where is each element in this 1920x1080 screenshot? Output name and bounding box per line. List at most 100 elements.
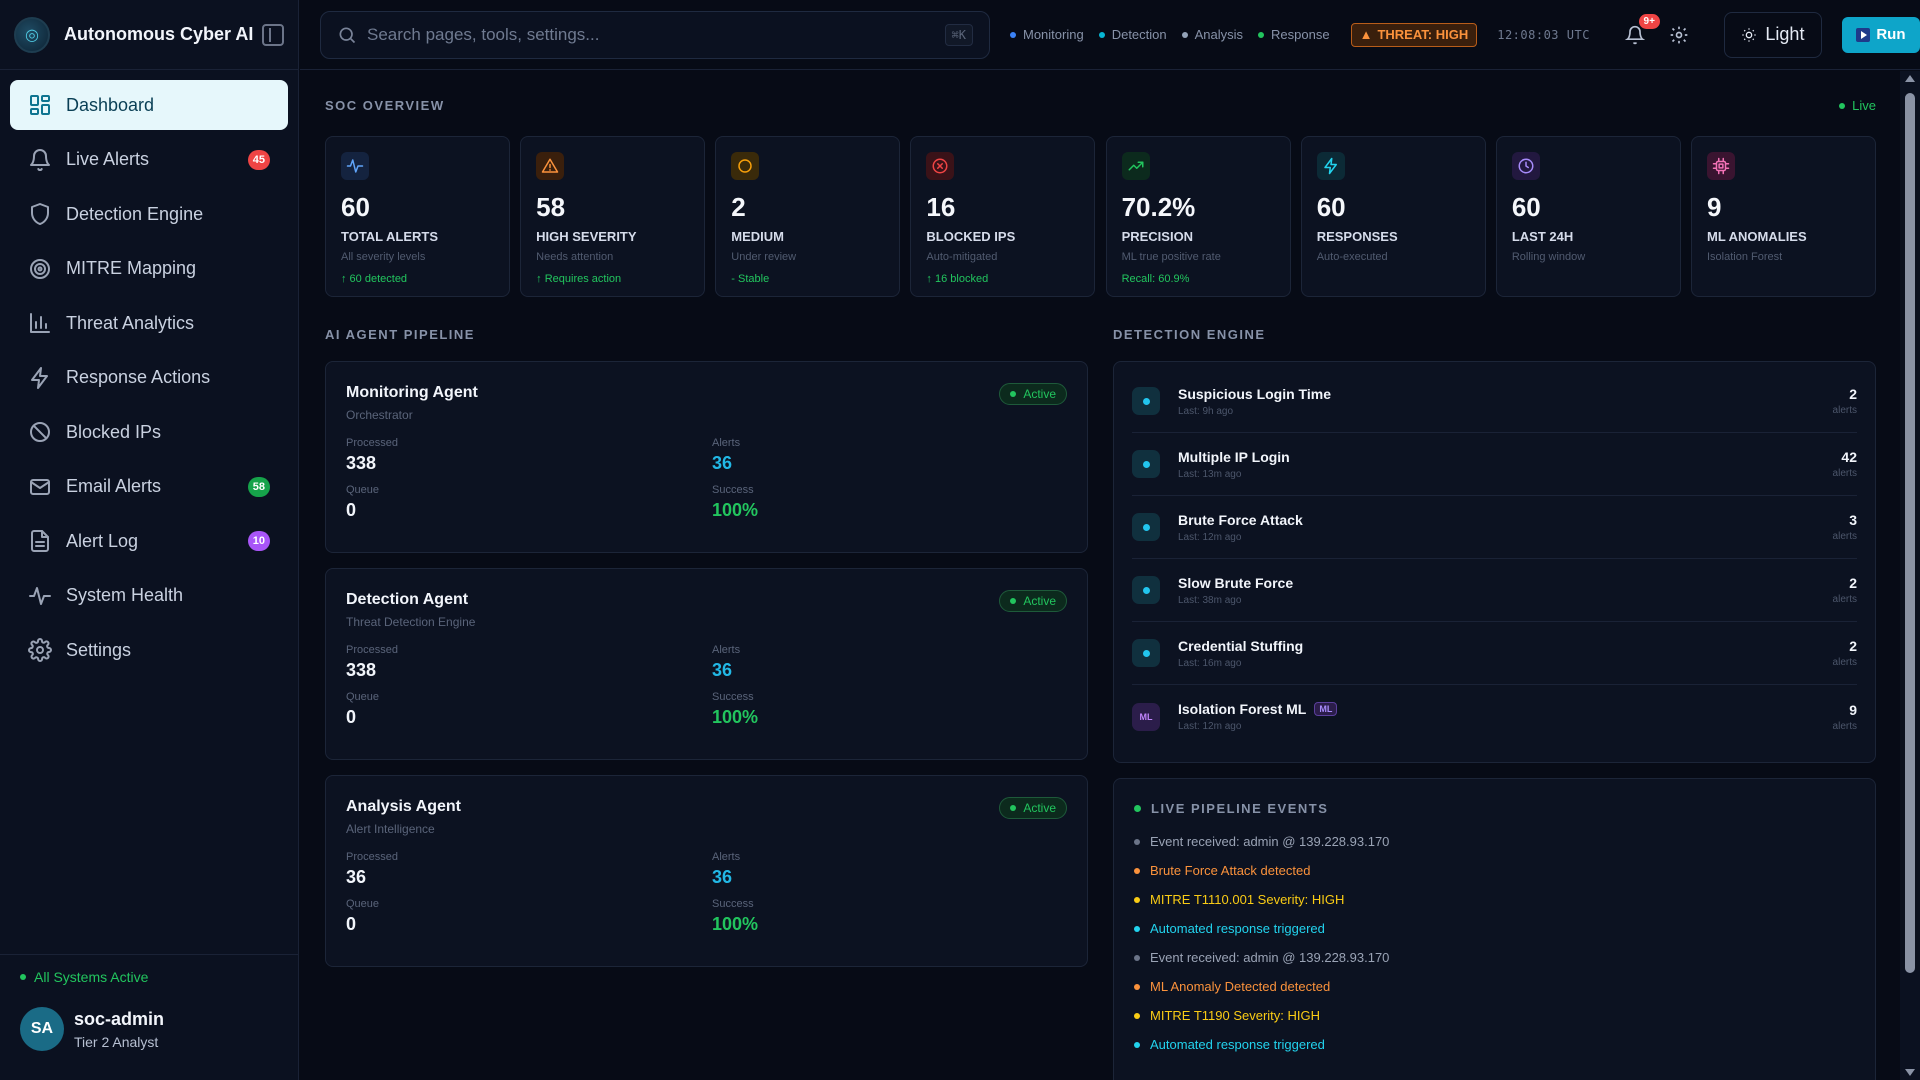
stat-icon: [536, 152, 565, 180]
agent-card-analysis-agent[interactable]: Analysis Agent Alert Intelligence Active Pr…: [325, 775, 1088, 967]
notifications-button[interactable]: 9+: [1620, 13, 1660, 50]
sidebar-item-mitre-mapping[interactable]: MITRE Mapping: [10, 244, 288, 294]
scroll-thumb[interactable]: [1905, 93, 1915, 973]
rule-dot-icon: [1132, 639, 1160, 667]
sidebar-item-label: Live Alerts: [66, 149, 150, 169]
utc-clock: 12:08:03 UTC: [1497, 27, 1590, 42]
run-button[interactable]: Run: [1841, 16, 1920, 53]
status-dot-icon: [1098, 31, 1105, 38]
sidebar-item-response-actions[interactable]: Response Actions: [10, 353, 288, 403]
stat-card-blocked-ips[interactable]: 16 BLOCKED IPS Auto-mitigated ↑ 16 blocked: [910, 136, 1096, 297]
agent-card-monitoring-agent[interactable]: Monitoring Agent Orchestrator Active Proces…: [325, 361, 1088, 553]
event-text: Automated response triggered: [1150, 921, 1325, 936]
sidebar-item-alert-log[interactable]: Alert Log 10: [10, 516, 288, 566]
agent-name: Monitoring Agent: [346, 384, 478, 401]
detection-rule-credential-stuffing[interactable]: Credential Stuffing Last: 16m ago 2 alerts: [1132, 622, 1857, 685]
stat-card-responses[interactable]: 60 RESPONSES Auto-executed: [1300, 136, 1486, 297]
overview-title: SOC OVERVIEW: [325, 98, 445, 113]
brand-logo-icon[interactable]: ◎: [14, 16, 50, 53]
rule-name-row: Multiple IP Login: [1178, 449, 1833, 465]
agent-tag-monitoring: Monitoring: [1010, 27, 1084, 42]
search-bar[interactable]: ⌘K: [320, 10, 990, 59]
metric-value: 0: [346, 707, 357, 727]
agent-tag-label: Detection: [1111, 27, 1167, 42]
scroll-up-icon[interactable]: [1905, 75, 1915, 82]
metric-processed: Processed 338: [346, 437, 712, 474]
clock-icon: [1518, 158, 1534, 174]
agent-tag-response: Response: [1258, 27, 1330, 42]
rule-count-value: 2: [1849, 386, 1857, 402]
sidebar-item-settings[interactable]: Settings: [10, 625, 288, 675]
agent-card-detection-agent[interactable]: Detection Agent Threat Detection Engine Ac…: [325, 568, 1088, 760]
sidebar-item-label: Alert Log: [66, 530, 139, 551]
metric-label: Processed: [346, 437, 398, 449]
detection-rule-brute-force-attack[interactable]: Brute Force Attack Last: 12m ago 3 alerts: [1132, 496, 1857, 559]
list-item: Automated response triggered: [1134, 921, 1855, 936]
stat-icon: [1511, 152, 1540, 180]
rule-last-seen: Last: 13m ago: [1178, 468, 1242, 480]
search-input[interactable]: [367, 24, 945, 45]
detection-rule-slow-brute-force[interactable]: Slow Brute Force Last: 38m ago 2 alerts: [1132, 559, 1857, 622]
search-icon: [339, 27, 356, 43]
event-text: Brute Force Attack detected: [1150, 863, 1311, 878]
event-text: Automated response triggered: [1150, 1037, 1325, 1052]
sidebar-item-email-alerts[interactable]: Email Alerts 58: [10, 462, 288, 512]
detection-rule-isolation-forest-ml[interactable]: ML Isolation Forest ML ML Last: 12m ago 9 ale…: [1132, 685, 1857, 748]
stat-trend: ↑ 16 blocked: [926, 273, 989, 285]
rule-count: 2 alerts: [1833, 638, 1857, 668]
rule-count-label: alerts: [1832, 468, 1857, 479]
detection-rule-suspicious-login-time[interactable]: Suspicious Login Time Last: 9h ago 2 alerts: [1132, 370, 1857, 433]
pipeline-title: AI AGENT PIPELINE: [325, 327, 475, 342]
rule-dot-icon: [1132, 576, 1160, 604]
rule-count-value: 9: [1849, 701, 1857, 718]
stat-trend: ↑ 60 detected: [341, 273, 408, 285]
stat-card-medium[interactable]: 2 MEDIUM Under review - Stable: [715, 136, 901, 297]
detection-rule-multiple-ip-login[interactable]: Multiple IP Login Last: 13m ago 42 alerts: [1132, 433, 1857, 496]
rule-dot-icon: [1132, 450, 1160, 478]
metric-queue: Queue 0: [346, 691, 712, 728]
sidebar: ◎ Autonomous Cyber AI Dashboard Live Aler…: [0, 0, 299, 1080]
stat-label: RESPONSES: [1316, 229, 1398, 244]
status-badge-label: Active: [1023, 387, 1056, 401]
sidebar-item-detection-engine[interactable]: Detection Engine: [10, 189, 288, 239]
metric-value: 36: [712, 453, 733, 473]
metric-value: 36: [712, 660, 733, 680]
sidebar-item-dashboard[interactable]: Dashboard: [10, 80, 288, 130]
rule-dot-icon: [1132, 513, 1160, 541]
sidebar-item-threat-analytics[interactable]: Threat Analytics: [10, 298, 288, 348]
metric-label: Queue: [346, 484, 380, 496]
sidebar-item-live-alerts[interactable]: Live Alerts 45: [10, 135, 288, 185]
sidebar-item-system-health[interactable]: System Health: [10, 571, 288, 621]
nav-count-badge: 58: [247, 476, 270, 497]
scroll-down-icon[interactable]: [1905, 1069, 1915, 1076]
stat-value: 60: [1511, 192, 1541, 222]
agent-name: Analysis Agent: [346, 798, 461, 815]
stat-card-precision[interactable]: 70.2% PRECISION ML true positive rate Recal…: [1105, 136, 1291, 297]
metric-value: 100%: [712, 500, 759, 520]
stat-card-total-alerts[interactable]: 60 TOTAL ALERTS All severity levels ↑ 60 de…: [325, 136, 510, 297]
stat-card-ml-anomalies[interactable]: 9 ML ANOMALIES Isolation Forest: [1690, 136, 1876, 297]
list-item: Event received: admin @ 139.228.93.170: [1134, 834, 1855, 849]
status-dot-icon: [1010, 391, 1017, 397]
user-profile[interactable]: SA soc-admin Tier 2 Analyst: [20, 1007, 278, 1051]
event-text: ML Anomaly Detected detected: [1150, 979, 1331, 994]
rule-name-row: Isolation Forest ML ML: [1178, 701, 1833, 717]
settings-button[interactable]: [1664, 20, 1694, 50]
rule-body: Slow Brute Force Last: 38m ago: [1178, 575, 1833, 606]
stat-icon: [731, 152, 760, 180]
metric-value: 0: [346, 914, 357, 934]
sidebar-item-blocked-ips[interactable]: Blocked IPs: [10, 407, 288, 457]
user-info: soc-admin Tier 2 Analyst: [74, 1009, 164, 1050]
page-scrollbar[interactable]: [1900, 71, 1920, 1080]
ban-icon: [30, 422, 50, 442]
theme-toggle-button[interactable]: Light: [1723, 11, 1822, 58]
avatar[interactable]: SA: [20, 1007, 64, 1051]
status-badge: Active: [999, 590, 1067, 612]
stat-card-last-24h[interactable]: 60 LAST 24H Rolling window: [1495, 136, 1681, 297]
rule-count-label: alerts: [1832, 405, 1857, 416]
sidebar-collapse-icon[interactable]: [262, 23, 284, 46]
event-dot-icon: [1134, 1041, 1140, 1048]
detection-rules-card: Suspicious Login Time Last: 9h ago 2 alerts…: [1113, 361, 1876, 763]
dot-icon: [1142, 397, 1150, 405]
stat-card-high-severity[interactable]: 58 HIGH SEVERITY Needs attention ↑ Requires…: [520, 136, 706, 297]
